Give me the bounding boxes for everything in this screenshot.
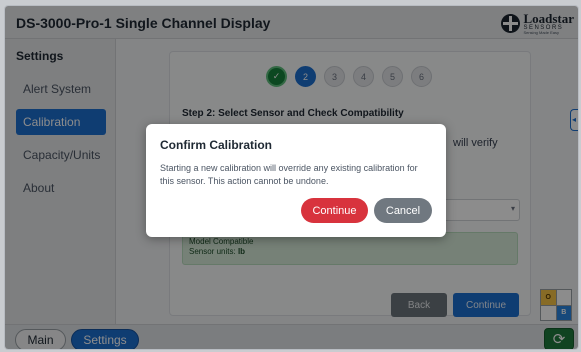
confirm-calibration-dialog: Confirm Calibration Starting a new calib…: [146, 124, 446, 237]
dialog-continue-button[interactable]: Continue: [301, 198, 368, 223]
dialog-message: Starting a new calibration will override…: [160, 163, 418, 186]
dialog-cancel-button[interactable]: Cancel: [374, 198, 432, 223]
dialog-title: Confirm Calibration: [160, 138, 273, 152]
